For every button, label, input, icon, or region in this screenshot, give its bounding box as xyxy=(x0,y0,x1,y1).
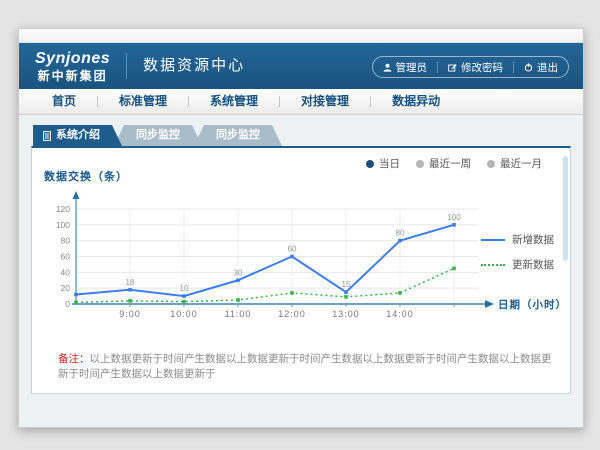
logout-button[interactable]: 退出 xyxy=(513,61,568,73)
main-nav: 首页标准管理系统管理对接管理数据异动 xyxy=(19,89,583,115)
svg-text:11:00: 11:00 xyxy=(225,309,252,319)
app-window: Synjones 新中新集团 数据资源中心 管理员修改密码退出 首页标准管理系统… xyxy=(18,28,584,428)
svg-text:13:00: 13:00 xyxy=(332,309,360,319)
footnote-label: 备注： xyxy=(58,353,90,365)
svg-text:10: 10 xyxy=(180,284,189,293)
nav-item-3[interactable]: 对接管理 xyxy=(280,89,370,114)
app-header: Synjones 新中新集团 数据资源中心 管理员 修改密码 退出 xyxy=(19,43,583,89)
legend-line-sample xyxy=(481,264,505,266)
svg-text:14:00: 14:00 xyxy=(386,309,414,319)
svg-text:100: 100 xyxy=(447,213,461,222)
tab-0[interactable]: 系统介绍 xyxy=(33,125,122,146)
legend-item-1: 更新数据 xyxy=(481,257,554,272)
svg-text:12:00: 12:00 xyxy=(278,309,306,319)
svg-text:100: 100 xyxy=(56,220,70,230)
legend-item-0: 新增数据 xyxy=(481,232,554,247)
tab-label: 同步监控 xyxy=(216,125,260,146)
svg-text:40: 40 xyxy=(61,267,71,277)
svg-text:15: 15 xyxy=(342,280,351,289)
radio-dot-icon xyxy=(366,160,374,168)
change-password-button[interactable]: 修改密码 xyxy=(437,61,513,73)
svg-text:20: 20 xyxy=(61,283,71,293)
user-menu: 管理员 修改密码 退出 xyxy=(372,56,570,78)
radio-dot-icon xyxy=(416,160,424,168)
admin-user-button[interactable]: 管理员 xyxy=(373,61,438,73)
chart-legend: 新增数据更新数据 xyxy=(481,232,554,282)
time-filter-group: 当日 最近一周 最近一月 xyxy=(366,156,542,171)
nav-item-0[interactable]: 首页 xyxy=(31,89,97,114)
time-filter-1[interactable]: 最近一周 xyxy=(416,156,471,171)
power-icon xyxy=(524,63,533,72)
footnote: 备注：以上数据更新于时间产生数据以上数据更新于时间产生数据以上数据更新于时间产生… xyxy=(58,352,552,381)
menu-button-label: 修改密码 xyxy=(461,60,503,75)
page-title: 数据资源中心 xyxy=(126,53,245,79)
svg-text:60: 60 xyxy=(61,252,71,262)
nav-item-4[interactable]: 数据异动 xyxy=(371,89,461,114)
nav-item-2[interactable]: 系统管理 xyxy=(189,89,279,114)
y-axis-title: 数据交换（条） xyxy=(44,168,128,184)
logo-name: Synjones xyxy=(35,51,110,67)
time-filter-2[interactable]: 最近一月 xyxy=(487,156,542,171)
svg-text:60: 60 xyxy=(288,245,297,254)
legend-label: 新增数据 xyxy=(512,232,554,247)
content-area: 系统介绍 同步监控 同步监控 当日 最近一周 最近一月 数据交换（条） 0 20 40 60 8… xyxy=(19,115,583,427)
nav-item-1[interactable]: 标准管理 xyxy=(98,89,188,114)
footnote-text: 以上数据更新于时间产生数据以上数据更新于时间产生数据以上数据更新于时间产生数据以… xyxy=(58,353,552,380)
svg-text:0: 0 xyxy=(65,299,70,309)
svg-text:30: 30 xyxy=(234,268,243,277)
radio-label: 当日 xyxy=(379,156,400,171)
menu-button-label: 退出 xyxy=(537,60,558,75)
svg-text:120: 120 xyxy=(56,204,70,214)
radio-dot-icon xyxy=(487,160,495,168)
svg-text:日期（小时）: 日期（小时） xyxy=(498,298,567,311)
time-filter-0[interactable]: 当日 xyxy=(366,156,400,171)
svg-text:80: 80 xyxy=(61,236,71,246)
radio-label: 最近一月 xyxy=(500,156,542,171)
user-icon xyxy=(383,63,392,72)
svg-text:9:00: 9:00 xyxy=(119,309,141,319)
window-title-strip xyxy=(19,29,583,43)
logo-subname: 新中新集团 xyxy=(35,70,110,82)
panel-scrollbar[interactable] xyxy=(563,156,568,261)
svg-text:80: 80 xyxy=(396,229,405,238)
edit-icon xyxy=(448,63,457,72)
document-icon xyxy=(43,131,51,141)
company-logo: Synjones 新中新集团 xyxy=(35,51,110,82)
legend-line-sample xyxy=(481,239,505,241)
menu-button-label: 管理员 xyxy=(396,60,428,75)
svg-text:10:00: 10:00 xyxy=(170,309,198,319)
radio-label: 最近一周 xyxy=(429,156,471,171)
tab-label: 同步监控 xyxy=(136,125,180,146)
tab-bar: 系统介绍 同步监控 同步监控 xyxy=(33,125,583,146)
tab-1[interactable]: 同步监控 xyxy=(114,125,202,146)
tab-label: 系统介绍 xyxy=(56,125,100,146)
tab-2[interactable]: 同步监控 xyxy=(194,125,282,146)
legend-label: 更新数据 xyxy=(512,257,554,272)
svg-text:18: 18 xyxy=(126,278,135,287)
chart-panel: 当日 最近一周 最近一月 数据交换（条） 0 20 40 60 80 100 120 9:00 10… xyxy=(31,146,571,394)
